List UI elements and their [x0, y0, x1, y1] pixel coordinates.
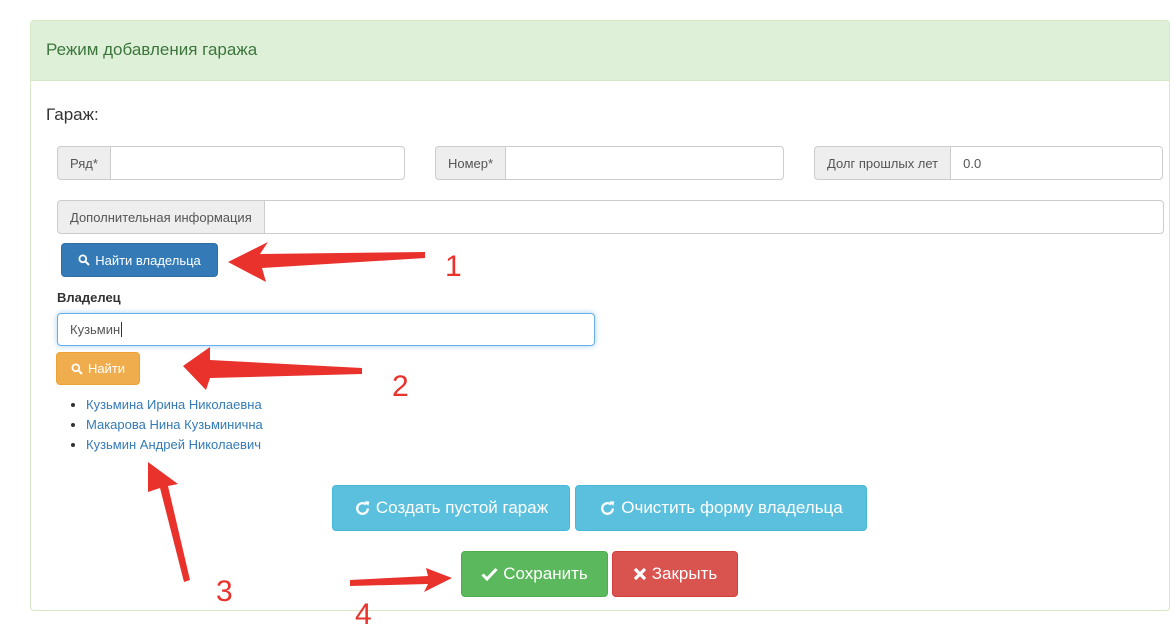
annotation-arrow-2	[183, 347, 362, 390]
annotation-number-2: 2	[392, 370, 409, 403]
annotation-arrows	[148, 242, 452, 592]
annotation-arrow-3	[148, 462, 190, 582]
annotation-number-1: 1	[445, 250, 462, 283]
annotation-number-4: 4	[355, 598, 372, 631]
annotation-arrow-1	[228, 242, 425, 282]
annotation-arrow-4	[350, 568, 452, 592]
annotation-number-3: 3	[216, 575, 233, 608]
